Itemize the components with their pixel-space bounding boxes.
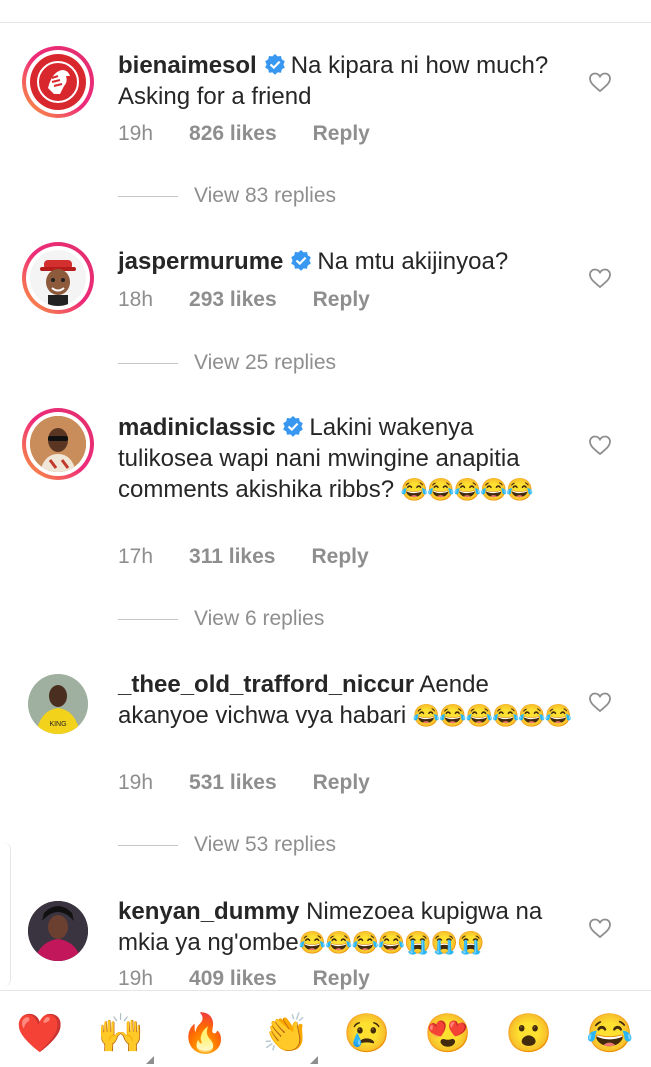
comment-likes[interactable]: 293 likes <box>189 288 277 312</box>
comment-meta: 18h 293 likes Reply <box>118 288 370 312</box>
avatar[interactable] <box>22 408 94 480</box>
comment-emojis: 😂😂😂😂😂😂 <box>412 703 572 728</box>
verified-badge-icon <box>264 54 285 75</box>
skin-tone-indicator-icon <box>310 1056 318 1064</box>
comment-likes[interactable]: 826 likes <box>189 122 277 146</box>
reply-button[interactable]: Reply <box>311 545 368 569</box>
reaction-surprised-face[interactable]: 😮 <box>505 1010 553 1058</box>
comment-emojis: 😂😂😂😂😂 <box>400 477 534 502</box>
comment-time: 19h <box>118 122 154 145</box>
replies-divider <box>118 362 178 364</box>
top-divider <box>0 22 651 23</box>
comment-time: 19h <box>118 967 154 990</box>
view-replies-button[interactable]: View 53 replies <box>118 833 336 857</box>
comment-meta: 19h 826 likes Reply <box>118 122 370 146</box>
comment-username[interactable]: kenyan_dummy <box>118 898 299 925</box>
replies-divider <box>118 195 178 197</box>
reaction-tears-of-joy[interactable]: 😂 <box>586 1010 634 1058</box>
replies-divider <box>118 844 178 846</box>
heart-outline-icon[interactable] <box>588 690 612 714</box>
comment-time: 17h <box>118 545 154 568</box>
comment-text: bienaimesol Na kipara ni how much? Asking… <box>118 50 573 112</box>
avatar-image: KING <box>28 674 88 734</box>
reply-button[interactable]: Reply <box>313 771 370 795</box>
view-replies-label: View 53 replies <box>194 833 337 856</box>
view-replies-label: View 83 replies <box>194 184 337 207</box>
comment-text: kenyan_dummy Nimezoea kupigwa na mkia ya… <box>118 896 573 958</box>
avatar-image <box>30 250 86 306</box>
reply-button[interactable]: Reply <box>313 122 370 146</box>
comment-text: madiniclassic Lakini wakenya tulikosea wa… <box>118 412 573 505</box>
verified-badge-icon <box>291 250 312 271</box>
reply-button[interactable]: Reply <box>313 967 370 991</box>
reaction-heart-eyes[interactable]: 😍 <box>424 1010 472 1058</box>
comment-time: 18h <box>118 288 154 311</box>
avatar[interactable] <box>22 895 94 967</box>
svg-text:KING: KING <box>49 721 66 728</box>
reaction-heart[interactable]: ❤️ <box>16 1010 64 1058</box>
comment-username[interactable]: madiniclassic <box>118 414 275 441</box>
reaction-raising-hands[interactable]: 🙌 <box>97 1010 145 1058</box>
comment-likes[interactable]: 409 likes <box>189 967 277 991</box>
comment-likes[interactable]: 311 likes <box>189 545 275 569</box>
avatar[interactable] <box>22 46 94 118</box>
view-replies-button[interactable]: View 25 replies <box>118 351 336 375</box>
heart-outline-icon[interactable] <box>588 433 612 457</box>
reply-button[interactable]: Reply <box>313 288 370 312</box>
avatar[interactable]: KING <box>22 668 94 740</box>
reaction-crying-face[interactable]: 😢 <box>343 1010 391 1058</box>
comment-text: jaspermurume Na mtu akijinyoa? <box>118 246 573 277</box>
reaction-clapping-hands[interactable]: 👏 <box>262 1010 310 1058</box>
comment-username[interactable]: jaspermurume <box>118 248 283 275</box>
comment-username[interactable]: bienaimesol <box>118 52 257 79</box>
comment-emojis: 😂😂😂😂😭😭😭 <box>298 930 485 955</box>
comment-meta: 17h 311 likes Reply <box>118 545 369 569</box>
heart-outline-icon[interactable] <box>588 70 612 94</box>
view-replies-label: View 25 replies <box>194 351 337 374</box>
comment-username[interactable]: _thee_old_trafford_niccur <box>118 671 414 698</box>
avatar[interactable] <box>22 242 94 314</box>
avatar-image <box>28 901 88 961</box>
avatar-image <box>30 54 86 110</box>
comment-text: _thee_old_trafford_niccur Aende akanyoe … <box>118 669 573 731</box>
verified-badge-icon <box>283 416 304 437</box>
heart-outline-icon[interactable] <box>588 916 612 940</box>
comment-body: Na mtu akijinyoa? <box>317 248 509 275</box>
side-panel-edge <box>0 842 11 987</box>
skin-tone-indicator-icon <box>146 1056 154 1064</box>
comment-likes[interactable]: 531 likes <box>189 771 277 795</box>
comment-meta: 19h 531 likes Reply <box>118 771 370 795</box>
view-replies-button[interactable]: View 6 replies <box>118 607 324 631</box>
avatar-image <box>30 416 86 472</box>
heart-outline-icon[interactable] <box>588 266 612 290</box>
comment-time: 19h <box>118 771 154 794</box>
comment-meta: 19h 409 likes Reply <box>118 967 370 991</box>
view-replies-label: View 6 replies <box>194 607 325 630</box>
reaction-fire[interactable]: 🔥 <box>181 1010 229 1058</box>
replies-divider <box>118 618 178 620</box>
view-replies-button[interactable]: View 83 replies <box>118 184 336 208</box>
